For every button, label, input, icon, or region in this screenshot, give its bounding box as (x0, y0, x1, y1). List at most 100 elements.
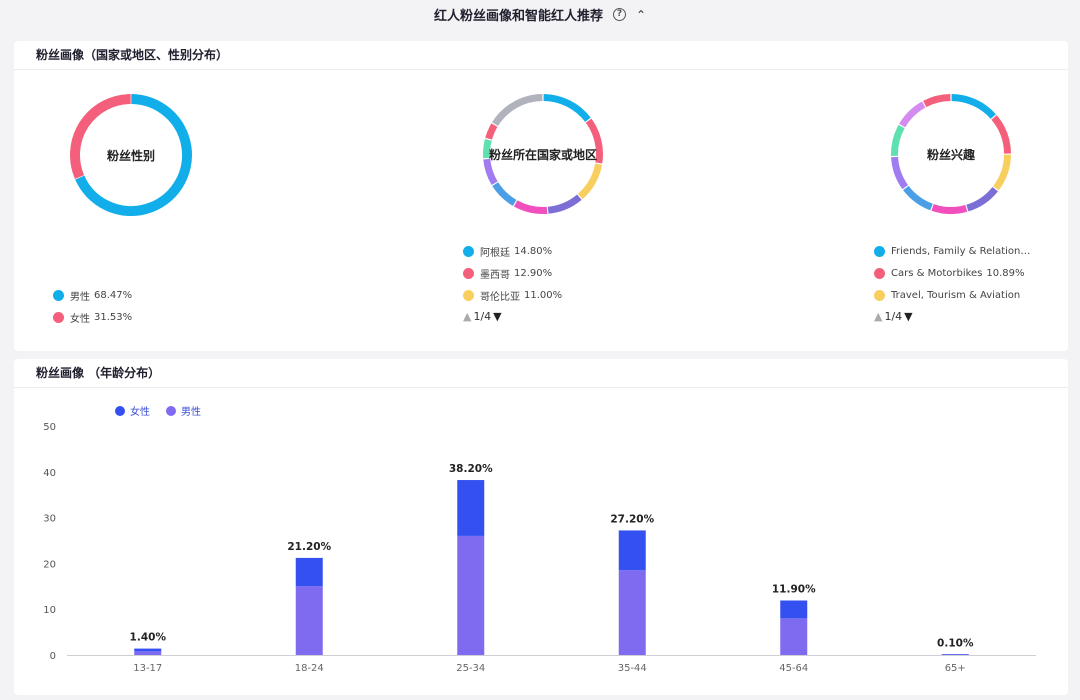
bar-segment (295, 557, 323, 587)
country-legend-item[interactable]: 墨西哥 12.90% (463, 262, 562, 284)
country-donut-label: 粉丝所在国家或地区 (488, 148, 597, 162)
age-card: 粉丝画像 （年龄分布） 0 10 20 30 40 50 1.40% 13-17 21.20% 1… (14, 359, 1068, 695)
triangle-down-icon[interactable]: ▼ (493, 310, 501, 323)
bar-total-label: 1.40% (130, 632, 167, 644)
bar-segment (618, 530, 646, 571)
legend-label-female: 女性 (130, 407, 150, 418)
gender-legend-pct: 68.47% (94, 289, 133, 301)
gender-legend-dot (53, 289, 64, 301)
interest-legend-name: Cars & Motorbikes (891, 267, 983, 279)
demographics-card: 粉丝画像（国家或地区、性别分布） 粉丝性别 男性 68.47% 女性 31.53% 粉… (14, 41, 1068, 351)
country-legend-item[interactable]: 哥伦比亚 11.00% (463, 284, 562, 306)
interest-segment (931, 204, 968, 214)
interest-segment (903, 185, 933, 211)
country-legend-dot (463, 289, 474, 301)
country-segment (485, 123, 498, 140)
legend-item-male[interactable]: 男性 (166, 403, 201, 418)
x-tick-label: 65+ (945, 663, 966, 674)
country-donut: 粉丝所在国家或地区 (482, 93, 604, 215)
country-legend-name: 哥伦比亚 (480, 291, 520, 303)
interest-donut: 粉丝兴趣 (890, 93, 1012, 215)
interest-legend-dot (874, 245, 885, 257)
x-tick-label: 25-34 (456, 663, 485, 674)
bar-segment (780, 600, 808, 619)
gender-segment (70, 94, 131, 180)
x-tick-label: 13-17 (133, 663, 162, 674)
x-tick-label: 18-24 (295, 663, 324, 674)
section-header: 红人粉丝画像和智能红人推荐 ? ⌃ (0, 0, 1080, 28)
country-segment (577, 163, 603, 200)
bar-total-label: 38.20% (449, 463, 493, 475)
section-title: 红人粉丝画像和智能红人推荐 (433, 8, 603, 24)
gender-legend-pct: 31.53% (94, 311, 133, 323)
y-tick-label: 30 (43, 514, 56, 525)
gender-legend-item[interactable]: 女性 31.53% (53, 306, 132, 328)
country-legend-dot (463, 245, 474, 257)
interest-legend-item[interactable]: Cars & Motorbikes 10.89% (874, 262, 1031, 284)
bar-total-label: 11.90% (772, 583, 816, 595)
bar-segment (941, 654, 969, 655)
y-tick-label: 20 (43, 559, 56, 570)
interest-legend-item[interactable]: Travel, Tourism & Aviation (874, 284, 1031, 306)
country-legend-item[interactable]: 阿根廷 14.80% (463, 240, 562, 262)
gender-donut: 粉丝性别 (69, 93, 193, 217)
country-pager-text: 1/4 (473, 310, 492, 323)
interest-legend-item[interactable]: Friends, Family & Relationship (874, 240, 1031, 262)
interest-segment (966, 186, 998, 212)
bar-segment (295, 586, 323, 655)
gender-legend-item[interactable]: 男性 68.47% (53, 284, 132, 306)
interest-pager: ▲ 1/4 ▼ (874, 310, 1031, 323)
interest-legend-dot (874, 289, 885, 301)
country-segment (492, 182, 517, 206)
legend-item-female[interactable]: 女性 (115, 403, 150, 418)
country-legend: 阿根廷 14.80% 墨西哥 12.90% 哥伦比亚 11.00% ▲ 1/4 ▼ (463, 240, 562, 323)
y-tick-label: 40 (43, 468, 56, 479)
triangle-down-icon[interactable]: ▼ (904, 310, 912, 323)
gender-legend: 男性 68.47% 女性 31.53% (53, 284, 132, 328)
legend-label-male: 男性 (181, 407, 201, 418)
interest-legend-name: Travel, Tourism & Aviation (891, 289, 1021, 301)
country-legend-pct: 12.90% (514, 267, 553, 279)
gender-legend-name: 男性 (70, 291, 90, 303)
gender-legend-dot (53, 311, 64, 323)
chevron-up-icon[interactable]: ⌃ (636, 8, 646, 22)
triangle-up-icon[interactable]: ▲ (874, 310, 882, 323)
country-legend-name: 阿根廷 (480, 247, 510, 259)
bar-segment (134, 648, 162, 652)
x-tick-label: 45-64 (779, 663, 808, 674)
help-icon[interactable]: ? (612, 7, 626, 21)
bar-segment (618, 570, 646, 655)
interest-segment (899, 101, 926, 128)
triangle-up-icon[interactable]: ▲ (463, 310, 471, 323)
age-legend: 女性 男性 (115, 403, 201, 418)
country-segment (547, 194, 582, 214)
legend-dot-male (166, 405, 176, 416)
country-segment (543, 94, 591, 122)
country-legend-dot (463, 267, 474, 279)
bar-segment (134, 651, 162, 655)
interest-donut-label: 粉丝兴趣 (926, 148, 975, 162)
interest-pager-text: 1/4 (884, 310, 903, 323)
interest-legend-pct: 10.89% (986, 267, 1025, 279)
y-tick-label: 50 (43, 422, 56, 433)
bar-total-label: 0.10% (937, 638, 974, 650)
gender-legend-name: 女性 (70, 313, 90, 325)
bar-segment (457, 480, 485, 536)
y-tick-label: 10 (43, 605, 56, 616)
x-tick-label: 35-44 (618, 663, 647, 674)
bar-total-label: 27.20% (610, 513, 654, 525)
interest-segment (923, 94, 951, 108)
legend-dot-female (115, 405, 125, 416)
country-pager: ▲ 1/4 ▼ (463, 310, 562, 323)
y-tick-label: 0 (50, 651, 56, 662)
country-segment (492, 94, 543, 127)
interest-legend-name: Friends, Family & Relationship (891, 245, 1031, 257)
gender-donut-label: 粉丝性别 (106, 149, 155, 163)
country-legend-pct: 14.80% (514, 245, 553, 257)
bar-total-label: 21.20% (287, 541, 331, 553)
interest-legend-dot (874, 267, 885, 279)
country-segment (513, 200, 548, 214)
bar-segment (780, 618, 808, 655)
interest-segment (951, 94, 996, 119)
country-legend-pct: 11.00% (524, 289, 563, 301)
